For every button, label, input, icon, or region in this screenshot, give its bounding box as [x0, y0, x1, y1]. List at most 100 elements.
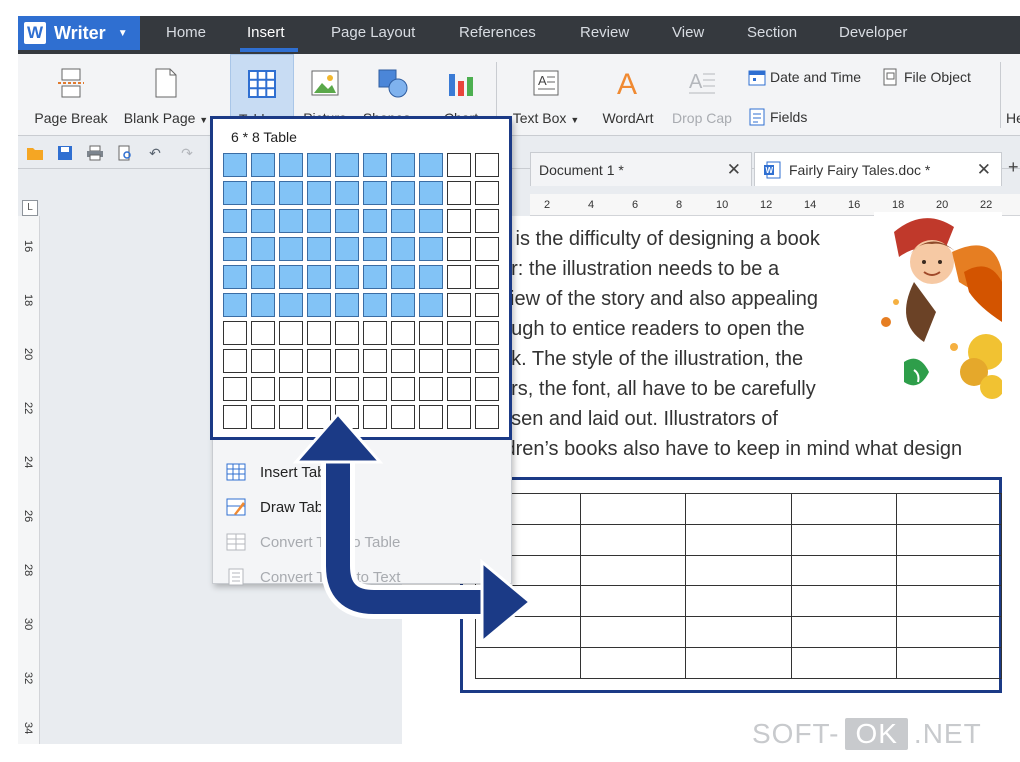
grid-cell[interactable]: [475, 209, 499, 233]
tab-home[interactable]: Home: [166, 24, 206, 41]
grid-cell[interactable]: [335, 237, 359, 261]
grid-cell[interactable]: [419, 293, 443, 317]
grid-cell[interactable]: [307, 377, 331, 401]
grid-cell[interactable]: [475, 181, 499, 205]
grid-cell[interactable]: [335, 153, 359, 177]
tab-stop-selector[interactable]: L: [22, 200, 38, 216]
grid-cell[interactable]: [447, 237, 471, 261]
grid-cell[interactable]: [363, 209, 387, 233]
grid-cell[interactable]: [419, 377, 443, 401]
print-icon[interactable]: [86, 144, 104, 162]
open-folder-icon[interactable]: [26, 144, 44, 162]
grid-cell[interactable]: [279, 209, 303, 233]
table-cell[interactable]: [790, 647, 897, 679]
grid-cell[interactable]: [391, 181, 415, 205]
grid-cell[interactable]: [447, 377, 471, 401]
grid-cell[interactable]: [223, 237, 247, 261]
tab-developer[interactable]: Developer: [839, 24, 907, 41]
grid-cell[interactable]: [419, 209, 443, 233]
grid-cell[interactable]: [251, 405, 275, 429]
grid-cell[interactable]: [447, 153, 471, 177]
grid-cell[interactable]: [475, 377, 499, 401]
app-menu-button[interactable]: W Writer ▼: [18, 16, 140, 50]
grid-cell[interactable]: [475, 293, 499, 317]
grid-cell[interactable]: [447, 349, 471, 373]
table-size-picker[interactable]: 6 * 8 Table: [210, 116, 512, 440]
table-cell[interactable]: [474, 585, 582, 618]
grid-cell[interactable]: [475, 349, 499, 373]
grid-cell[interactable]: [251, 321, 275, 345]
grid-cell[interactable]: [223, 153, 247, 177]
grid-cell[interactable]: [363, 265, 387, 289]
grid-cell[interactable]: [307, 237, 331, 261]
grid-cell[interactable]: [391, 209, 415, 233]
grid-cell[interactable]: [307, 349, 331, 373]
table-cell[interactable]: [580, 493, 687, 525]
table-cell[interactable]: [685, 647, 792, 679]
grid-cell[interactable]: [279, 265, 303, 289]
grid-cell[interactable]: [223, 349, 247, 373]
convert-text-to-table-item[interactable]: Convert Text to Table: [226, 532, 400, 552]
grid-cell[interactable]: [279, 153, 303, 177]
grid-cell[interactable]: [335, 349, 359, 373]
grid-cell[interactable]: [251, 293, 275, 317]
grid-cell[interactable]: [419, 265, 443, 289]
insert-table-item[interactable]: Insert Table: [226, 462, 337, 482]
table-size-grid[interactable]: [223, 153, 499, 429]
grid-cell[interactable]: [391, 405, 415, 429]
grid-cell[interactable]: [447, 265, 471, 289]
grid-cell[interactable]: [223, 209, 247, 233]
grid-cell[interactable]: [223, 181, 247, 205]
table-cell[interactable]: [580, 554, 687, 587]
grid-cell[interactable]: [363, 349, 387, 373]
tab-section[interactable]: Section: [747, 24, 797, 41]
header-button-cut[interactable]: He: [1006, 110, 1020, 126]
doc-tab-fairly-fairy-tales[interactable]: W Fairly Fairy Tales.doc * ✕: [754, 152, 1002, 186]
tab-page-layout[interactable]: Page Layout: [331, 24, 415, 41]
date-time-button[interactable]: Date and Time: [748, 68, 861, 86]
grid-cell[interactable]: [447, 405, 471, 429]
fields-button[interactable]: Fields: [748, 108, 807, 126]
grid-cell[interactable]: [391, 237, 415, 261]
grid-cell[interactable]: [279, 181, 303, 205]
table-cell[interactable]: [895, 523, 1003, 556]
close-icon[interactable]: ✕: [977, 160, 991, 180]
grid-cell[interactable]: [447, 209, 471, 233]
grid-cell[interactable]: [363, 321, 387, 345]
grid-cell[interactable]: [447, 181, 471, 205]
grid-cell[interactable]: [335, 293, 359, 317]
grid-cell[interactable]: [223, 405, 247, 429]
grid-cell[interactable]: [391, 293, 415, 317]
tab-insert[interactable]: Insert: [247, 24, 285, 41]
text-box-button[interactable]: A Text Box ▼: [504, 54, 588, 136]
table-cell[interactable]: [895, 554, 1003, 587]
grid-cell[interactable]: [223, 293, 247, 317]
grid-cell[interactable]: [363, 377, 387, 401]
grid-cell[interactable]: [279, 237, 303, 261]
table-cell[interactable]: [685, 554, 792, 587]
grid-cell[interactable]: [419, 321, 443, 345]
table-cell[interactable]: [685, 616, 792, 649]
page-break-button[interactable]: Page Break: [26, 54, 116, 136]
grid-cell[interactable]: [251, 349, 275, 373]
grid-cell[interactable]: [363, 405, 387, 429]
table-cell[interactable]: [790, 493, 897, 525]
grid-cell[interactable]: [251, 209, 275, 233]
tab-references[interactable]: References: [459, 24, 536, 41]
grid-cell[interactable]: [335, 265, 359, 289]
grid-cell[interactable]: [307, 321, 331, 345]
grid-cell[interactable]: [391, 265, 415, 289]
grid-cell[interactable]: [279, 321, 303, 345]
tab-review[interactable]: Review: [580, 24, 629, 41]
grid-cell[interactable]: [307, 265, 331, 289]
grid-cell[interactable]: [307, 209, 331, 233]
draw-table-item[interactable]: Draw Table: [226, 497, 335, 517]
grid-cell[interactable]: [419, 349, 443, 373]
table-cell[interactable]: [895, 493, 1003, 525]
table-cell[interactable]: [580, 647, 687, 679]
table-cell[interactable]: [790, 616, 897, 649]
convert-table-to-text-item[interactable]: Convert Table to Text: [226, 567, 400, 587]
grid-cell[interactable]: [279, 293, 303, 317]
undo-icon[interactable]: ↶: [146, 144, 164, 162]
print-preview-icon[interactable]: [116, 144, 134, 162]
